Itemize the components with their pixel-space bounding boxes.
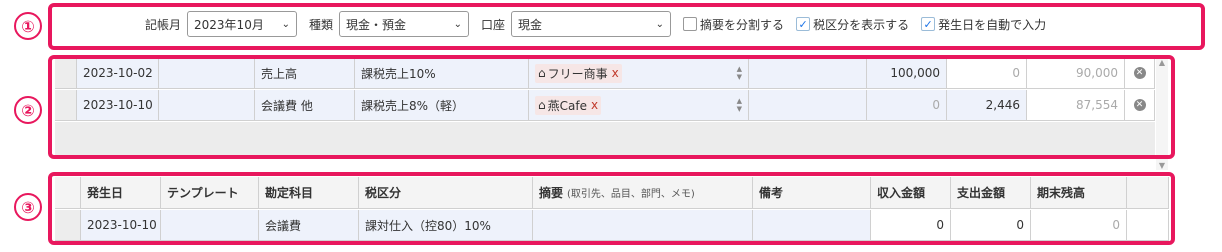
highlight-frame-toolbar [48, 3, 1205, 50]
highlight-frame-form [48, 172, 1175, 245]
section-marker-2: ② [14, 96, 42, 124]
highlight-frame-entries [48, 55, 1175, 159]
section-marker-3: ③ [14, 193, 42, 221]
scroll-down-icon[interactable]: ▼ [1156, 161, 1168, 170]
section-marker-1: ① [14, 12, 42, 40]
